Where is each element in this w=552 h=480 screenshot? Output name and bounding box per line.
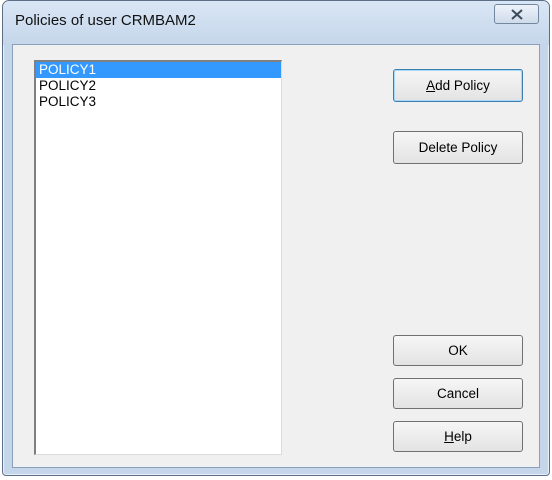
help-accel: H xyxy=(444,429,454,444)
list-item[interactable]: POLICY2 xyxy=(36,78,281,94)
add-policy-label: dd Policy xyxy=(435,78,490,93)
add-policy-accel: A xyxy=(426,78,436,93)
ok-button[interactable]: OK xyxy=(393,335,523,366)
title-bar[interactable]: Policies of user CRMBAM2 xyxy=(3,1,549,45)
close-icon xyxy=(511,9,523,20)
help-label: elp xyxy=(453,429,472,444)
close-button[interactable] xyxy=(494,4,539,24)
list-item[interactable]: POLICY1 xyxy=(36,62,281,78)
list-item[interactable]: POLICY3 xyxy=(36,94,281,110)
policies-listbox[interactable]: POLICY1 POLICY2 POLICY3 xyxy=(34,60,282,455)
dialog-client-area: POLICY1 POLICY2 POLICY3 Add Policy Delet… xyxy=(12,44,540,468)
help-button[interactable]: Help xyxy=(393,421,523,452)
cancel-button[interactable]: Cancel xyxy=(393,378,523,409)
delete-policy-button[interactable]: Delete Policy xyxy=(393,131,523,164)
add-policy-button[interactable]: Add Policy xyxy=(393,69,523,102)
dialog-title: Policies of user CRMBAM2 xyxy=(15,12,196,29)
policies-dialog: Policies of user CRMBAM2 POLICY1 POLICY2… xyxy=(2,0,550,476)
